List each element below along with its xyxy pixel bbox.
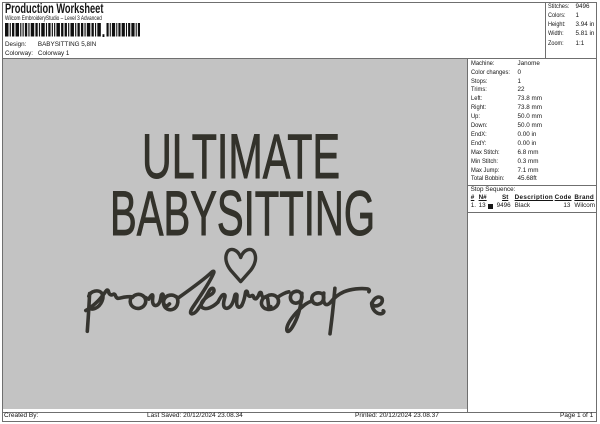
- svg-text:BABYSITTING: BABYSITTING: [110, 179, 375, 249]
